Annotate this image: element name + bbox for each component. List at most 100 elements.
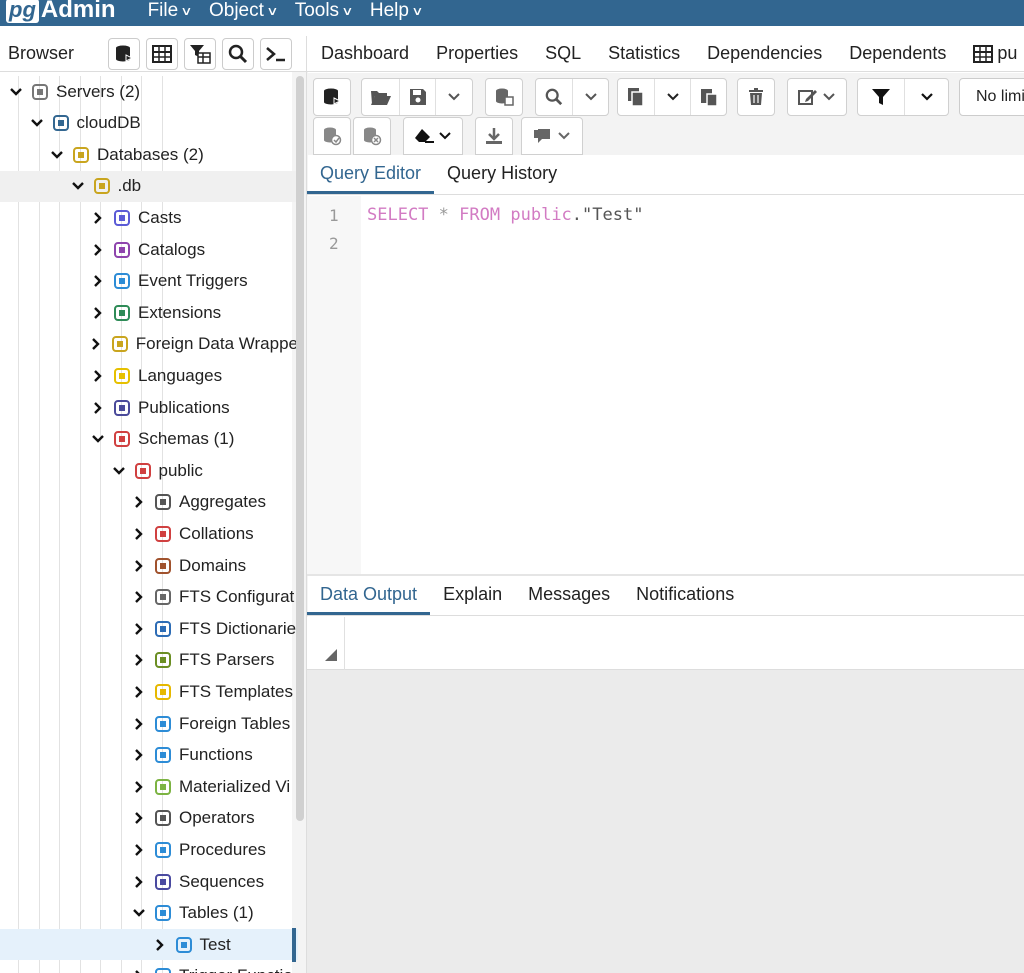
menu-object[interactable]: Object ∨ (209, 0, 278, 22)
chevron-right-icon[interactable] (152, 937, 168, 953)
tree-node-db[interactable]: .db (0, 170, 298, 202)
chevron-right-icon[interactable] (90, 242, 106, 258)
tab-query-history[interactable]: Query History (434, 163, 570, 194)
pgadmin-logo[interactable]: pg Admin (6, 0, 116, 26)
tree-node-collations[interactable]: Collations (0, 518, 298, 549)
paste-button[interactable] (690, 79, 726, 115)
chevron-right-icon[interactable] (88, 336, 104, 352)
chevron-right-icon[interactable] (90, 400, 106, 416)
view-data-button[interactable] (146, 37, 178, 70)
find-button[interactable] (536, 79, 572, 115)
chevron-right-icon[interactable] (90, 210, 106, 226)
tab-query-editor[interactable]: Query Editor (307, 163, 435, 194)
tree-node-operators[interactable]: Operators (0, 803, 298, 834)
tree-node-languages[interactable]: Languages (0, 360, 298, 391)
chevron-right-icon[interactable] (131, 842, 147, 858)
row-limit-select[interactable]: No limi (959, 78, 1024, 116)
chevron-right-icon[interactable] (131, 684, 147, 700)
delete-button[interactable] (737, 78, 775, 116)
open-file-button[interactable] (363, 79, 399, 115)
tab-data-output[interactable]: Data Output (307, 584, 431, 615)
chevron-down-icon[interactable] (111, 463, 127, 479)
chevron-down-icon[interactable] (8, 84, 24, 100)
tree-node-databases-2[interactable]: Databases (2) (0, 139, 298, 170)
tree-node-catalogs[interactable]: Catalogs (0, 234, 298, 265)
tab-properties[interactable]: Properties (436, 43, 518, 64)
copy-options-dropdown[interactable] (654, 79, 690, 115)
chevron-right-icon[interactable] (131, 779, 147, 795)
search-objects-button[interactable] (222, 37, 254, 70)
chevron-right-icon[interactable] (131, 874, 147, 890)
tab-notifications[interactable]: Notifications (623, 584, 747, 615)
find-options-dropdown[interactable] (572, 79, 608, 115)
tree-node-fts-templates[interactable]: FTS Templates (0, 676, 298, 707)
tree-node-trigger-functio[interactable]: Trigger Functio (0, 961, 298, 973)
psql-tool-button[interactable] (260, 37, 292, 70)
chevron-right-icon[interactable] (90, 368, 106, 384)
tab-sql[interactable]: SQL (545, 43, 581, 64)
tab-query[interactable]: pu (973, 43, 1017, 64)
query-tool-button[interactable] (108, 37, 140, 70)
filtered-rows-button[interactable] (184, 37, 216, 70)
chevron-down-icon[interactable] (49, 147, 65, 163)
tree-node-publications[interactable]: Publications (0, 392, 298, 423)
tab-explain[interactable]: Explain (430, 584, 515, 615)
filter-options-dropdown[interactable] (904, 79, 948, 115)
macros-button[interactable] (521, 117, 583, 155)
chevron-right-icon[interactable] (131, 621, 147, 637)
grid-select-all-corner[interactable] (307, 617, 345, 670)
chevron-down-icon[interactable] (70, 178, 86, 194)
commit-button[interactable] (313, 117, 351, 155)
menu-help[interactable]: Help ∨ (370, 0, 424, 22)
chevron-right-icon[interactable] (131, 810, 147, 826)
tree-node-aggregates[interactable]: Aggregates (0, 487, 298, 518)
tree-node-materialized-vi[interactable]: Materialized Vi (0, 771, 298, 802)
tree-scrollbar-thumb[interactable] (296, 76, 304, 821)
tree-node-foreign-tables[interactable]: Foreign Tables (0, 708, 298, 739)
download-button[interactable] (475, 117, 513, 155)
edit-button[interactable] (787, 78, 847, 116)
chevron-down-icon[interactable] (29, 115, 45, 131)
tree-node-public[interactable]: public (0, 455, 298, 486)
save-data-button[interactable] (485, 78, 523, 116)
tab-dependencies[interactable]: Dependencies (707, 43, 822, 64)
tab-dependents[interactable]: Dependents (849, 43, 946, 64)
tree-node-foreign-data-wrappe[interactable]: Foreign Data Wrappe (0, 329, 298, 360)
chevron-right-icon[interactable] (90, 305, 106, 321)
chevron-right-icon[interactable] (131, 652, 147, 668)
tree-node-functions[interactable]: Functions (0, 740, 298, 771)
tree-node-procedures[interactable]: Procedures (0, 834, 298, 865)
chevron-right-icon[interactable] (131, 526, 147, 542)
save-file-button[interactable] (399, 79, 435, 115)
chevron-right-icon[interactable] (131, 716, 147, 732)
rollback-button[interactable] (353, 117, 391, 155)
tree-node-event-triggers[interactable]: Event Triggers (0, 266, 298, 297)
tree-node-fts-dictionarie[interactable]: FTS Dictionarie (0, 613, 298, 644)
chevron-right-icon[interactable] (90, 273, 106, 289)
tree-node-domains[interactable]: Domains (0, 550, 298, 581)
tree-node-servers-2[interactable]: Servers (2) (0, 76, 298, 107)
tree-node-casts[interactable]: Casts (0, 202, 298, 233)
tree-node-fts-configurat[interactable]: FTS Configurat (0, 582, 298, 613)
tab-dashboard[interactable]: Dashboard (321, 43, 409, 64)
copy-button[interactable] (618, 79, 654, 115)
tree-node-clouddb[interactable]: cloudDB (0, 108, 298, 139)
tree-node-fts-parsers[interactable]: FTS Parsers (0, 645, 298, 676)
tree-node-tables-1[interactable]: Tables (1) (0, 898, 298, 929)
tree-node-extensions[interactable]: Extensions (0, 297, 298, 328)
chevron-down-icon[interactable] (90, 431, 106, 447)
chevron-right-icon[interactable] (131, 747, 147, 763)
chevron-right-icon[interactable] (131, 589, 147, 605)
chevron-right-icon[interactable] (131, 494, 147, 510)
tab-statistics[interactable]: Statistics (608, 43, 680, 64)
chevron-down-icon[interactable] (131, 905, 147, 921)
chevron-right-icon[interactable] (131, 558, 147, 574)
sql-editor[interactable]: 1 2 SELECT * FROM public."Test" (307, 196, 1024, 574)
menu-tools[interactable]: Tools ∨ (295, 0, 354, 22)
save-options-dropdown[interactable] (435, 79, 471, 115)
connection-button[interactable] (313, 78, 351, 116)
menu-file[interactable]: File ∨ (148, 0, 193, 22)
filter-button[interactable] (858, 79, 904, 115)
clear-button[interactable] (403, 117, 463, 155)
tree-node-test[interactable]: Test (0, 929, 298, 961)
